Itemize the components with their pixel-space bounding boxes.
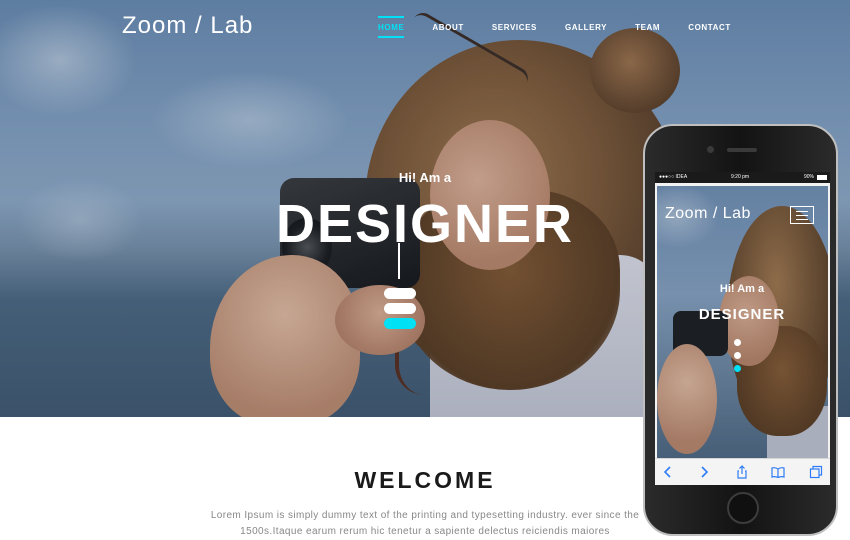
welcome-text: Lorem Ipsum is simply dummy text of the …: [210, 510, 640, 537]
slider-dot-2[interactable]: [384, 303, 416, 314]
nav-gallery[interactable]: GALLERY: [565, 20, 607, 32]
tabs-icon[interactable]: [809, 465, 823, 479]
phone-hero: Zoom / Lab Hi! Am a DESIGNER: [657, 186, 828, 458]
hero-headline: DESIGNER: [275, 194, 575, 254]
nav-home[interactable]: HOME: [378, 16, 405, 38]
phone-site-logo[interactable]: Zoom / Lab: [665, 205, 751, 223]
phone-slider-dot-3[interactable]: [734, 365, 741, 372]
welcome-title: WELCOME: [354, 467, 496, 493]
phone-slider-dot-2[interactable]: [734, 352, 741, 359]
nav-team[interactable]: TEAM: [635, 20, 660, 32]
phone-home-button[interactable]: [727, 492, 759, 524]
status-time: 9:20 pm: [731, 174, 750, 180]
hero-divider-line: [398, 243, 400, 279]
slider-dot-3[interactable]: [384, 318, 416, 329]
slider-pagination: [384, 288, 416, 333]
hero-greeting: Hi! Am a: [398, 170, 452, 185]
site-logo[interactable]: Zoom / Lab: [122, 12, 253, 40]
bookmarks-icon[interactable]: [771, 465, 785, 479]
main-nav: HOME ABOUT SERVICES GALLERY TEAM CONTACT: [378, 16, 759, 38]
phone-mockup: ●●●○○ IDEA 9:20 pm 90% Zoom / Lab Hi! Am…: [643, 124, 838, 536]
nav-about[interactable]: ABOUT: [432, 20, 463, 32]
phone-status-bar: ●●●○○ IDEA 9:20 pm 90%: [655, 172, 830, 183]
hamburger-menu-icon[interactable]: [790, 206, 814, 224]
status-battery-level: 90%: [803, 174, 814, 180]
nav-contact[interactable]: CONTACT: [688, 20, 731, 32]
phone-screen: ●●●○○ IDEA 9:20 pm 90% Zoom / Lab Hi! Am…: [655, 172, 830, 485]
status-carrier: ●●●○○ IDEA: [659, 174, 688, 180]
forward-icon[interactable]: [697, 465, 711, 479]
share-icon[interactable]: [735, 465, 749, 479]
phone-front-camera: [707, 146, 714, 153]
slider-dot-1[interactable]: [384, 288, 416, 299]
nav-services[interactable]: SERVICES: [492, 20, 537, 32]
back-icon[interactable]: [661, 465, 675, 479]
phone-slider-pagination: [734, 339, 741, 378]
phone-earpiece: [727, 148, 757, 152]
browser-toolbar: [655, 458, 830, 485]
battery-icon: [817, 175, 827, 180]
phone-slider-dot-1[interactable]: [734, 339, 741, 346]
phone-hero-greeting: Hi! Am a: [719, 283, 765, 295]
phone-hero-headline: DESIGNER: [698, 306, 786, 323]
